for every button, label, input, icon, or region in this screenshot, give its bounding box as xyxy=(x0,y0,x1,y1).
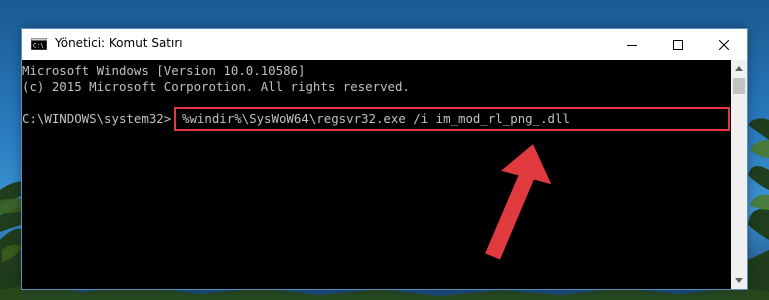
scroll-down-button[interactable] xyxy=(731,272,747,289)
maximize-icon xyxy=(673,39,683,50)
vertical-scrollbar[interactable] xyxy=(731,60,747,289)
minimize-button[interactable] xyxy=(609,29,655,60)
scroll-up-button[interactable] xyxy=(731,60,747,77)
red-arrow-icon xyxy=(485,144,552,260)
minimize-icon xyxy=(627,44,637,46)
window-title: Yönetici: Komut Satırı xyxy=(55,36,183,50)
cmd-icon: C:\ xyxy=(31,38,47,50)
close-icon xyxy=(719,39,729,50)
scroll-thumb[interactable] xyxy=(733,78,745,94)
scroll-up-arrow-icon xyxy=(735,66,743,71)
console-line-version: Microsoft Windows [Version 10.0.10586] xyxy=(22,63,306,78)
console-output[interactable]: Microsoft Windows [Version 10.0.10586] (… xyxy=(22,60,731,289)
scroll-down-arrow-icon xyxy=(735,278,743,283)
maximize-button[interactable] xyxy=(655,29,701,60)
console-prompt: C:\WINDOWS\system32> xyxy=(22,111,172,126)
console-line-copyright: (c) 2015 Microsoft Corporotion. All righ… xyxy=(22,79,410,94)
svg-text:C:\: C:\ xyxy=(33,43,44,50)
command-highlight-box xyxy=(174,107,730,131)
close-button[interactable] xyxy=(701,29,747,60)
command-prompt-window: C:\ Yönetici: Komut Satırı Microsoft Win… xyxy=(21,28,748,290)
title-bar[interactable]: C:\ Yönetici: Komut Satırı xyxy=(22,29,747,60)
